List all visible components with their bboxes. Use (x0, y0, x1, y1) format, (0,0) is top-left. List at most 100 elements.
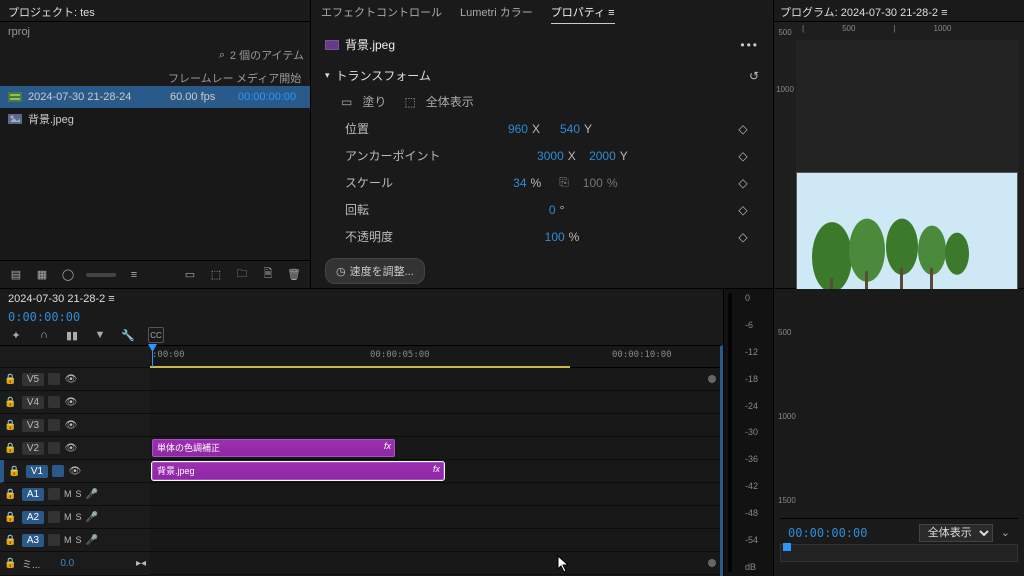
anchor-y[interactable]: 2000 (588, 149, 616, 163)
zoom-slider[interactable] (86, 273, 116, 277)
track-v5[interactable]: 🔒V5👁 (0, 368, 150, 391)
keyframe-icon[interactable]: ◇ (735, 149, 751, 163)
program-monitor: プログラム: 2024-07-30 21-28-2 ≡ 500 1000 | 5… (774, 0, 1024, 288)
scale-value[interactable]: 34 (499, 176, 527, 190)
search-icon[interactable]: ⌕ (214, 47, 230, 63)
settings-icon[interactable]: 🔧 (120, 327, 136, 343)
delete-icon[interactable]: 🗑 (286, 267, 302, 283)
opacity-value[interactable]: 100 (537, 230, 565, 244)
mic-icon[interactable]: 🎤 (86, 512, 98, 523)
tab-lumetri[interactable]: Lumetri カラー (460, 4, 533, 24)
speed-button[interactable]: ◷ 速度を調整... (325, 258, 425, 284)
program-canvas[interactable] (796, 40, 1018, 284)
lock-icon[interactable]: 🔒 (4, 535, 18, 546)
lock-icon[interactable]: 🔒 (8, 466, 22, 477)
scroll-handle[interactable] (708, 559, 716, 567)
track-v2[interactable]: 🔒V2👁 (0, 437, 150, 460)
lock-icon[interactable]: 🔒 (4, 443, 18, 454)
tab-properties[interactable]: プロパティ ≡ (551, 4, 615, 24)
project-item[interactable]: 背景.jpeg (0, 108, 310, 130)
lock-icon[interactable]: 🔒 (4, 374, 18, 385)
position-x[interactable]: 960 (500, 122, 528, 136)
lock-icon[interactable]: 🔒 (4, 512, 18, 523)
eye-icon[interactable]: 👁 (64, 443, 78, 454)
lock-icon[interactable]: 🔒 (4, 397, 18, 408)
clip-v1[interactable]: 背景.jpegfx (152, 462, 444, 480)
clip-v2[interactable]: 単体の色調補正fx (152, 439, 395, 457)
anchor-label: アンカーポイント (341, 147, 441, 164)
timeline-panel: 2024-07-30 21-28-2 ≡ 0:00:00:00 ✦ ∩ ▮▮ ▼… (0, 289, 724, 576)
position-label: 位置 (341, 120, 369, 137)
eye-icon[interactable]: 👁 (64, 420, 78, 431)
track-a1[interactable]: 🔒A1MS🎤 (0, 483, 150, 506)
expand-icon[interactable]: ▸◂ (136, 558, 146, 569)
fit-label[interactable]: 全体表示 (426, 93, 474, 110)
track-v4[interactable]: 🔒V4👁 (0, 391, 150, 414)
snap-icon[interactable]: ✦ (8, 327, 24, 343)
chevron-down-icon[interactable]: ▾ (325, 70, 330, 81)
timeline-timecode[interactable]: 0:00:00:00 (8, 310, 80, 324)
col-framerate[interactable]: フレームレート (168, 70, 236, 84)
sequence-icon (6, 90, 24, 104)
image-icon (6, 112, 24, 126)
eye-icon[interactable]: 👁 (64, 374, 78, 385)
track-v3[interactable]: 🔒V3👁 (0, 414, 150, 437)
keyframe-icon[interactable]: ◇ (735, 230, 751, 244)
fill-label[interactable]: 塗り (362, 93, 386, 110)
marker-icon[interactable]: ▼ (92, 327, 108, 343)
eye-icon[interactable]: 👁 (68, 466, 82, 477)
keyframe-icon[interactable]: ◇ (735, 122, 751, 136)
freeform-icon[interactable]: ◯ (60, 267, 76, 283)
rotation-label: 回転 (341, 201, 369, 218)
track-a2[interactable]: 🔒A2MS🎤 (0, 506, 150, 529)
sort-icon[interactable]: ≡ (126, 267, 142, 283)
mic-icon[interactable]: 🎤 (86, 489, 98, 500)
list-view-icon[interactable]: ▤ (8, 267, 24, 283)
timeline-tracks[interactable]: :00:00 00:00:05:00 00:00:10:00 単体の色調補正fx… (150, 346, 720, 576)
fill-icon[interactable]: ▭ (341, 95, 352, 109)
icon-view-icon[interactable]: ▦ (34, 267, 50, 283)
col-media-start[interactable]: メディア開始 (236, 70, 301, 84)
master-value[interactable]: 0.0 (60, 558, 74, 569)
tab-effect-controls[interactable]: エフェクトコントロール (321, 4, 442, 24)
project-columns: フレームレート メディア開始 (0, 68, 310, 86)
panel-menu-icon[interactable]: ••• (740, 38, 759, 52)
new-bin-icon[interactable]: 🗀 (234, 267, 250, 283)
program-scrub-bar[interactable] (780, 544, 1018, 562)
time-ruler[interactable]: :00:00 00:00:05:00 00:00:10:00 (150, 346, 720, 368)
eye-icon[interactable]: 👁 (64, 397, 78, 408)
scroll-handle[interactable] (708, 375, 716, 383)
program-controls-area: 50010001500 00:00:00:00 全体表示 ⌄ (774, 289, 1024, 576)
transform-section-label[interactable]: トランスフォーム (336, 67, 431, 84)
playhead-thumb[interactable] (783, 543, 791, 551)
scale-value-2: 100 (575, 176, 603, 190)
program-timecode[interactable]: 00:00:00:00 (788, 526, 867, 540)
lock-icon[interactable]: 🔒 (4, 420, 18, 431)
anchor-x[interactable]: 3000 (536, 149, 564, 163)
mic-icon[interactable]: 🎤 (86, 535, 98, 546)
lock-icon[interactable]: 🔒 (4, 489, 18, 500)
cc-icon[interactable]: CC (148, 327, 164, 343)
rotation-value[interactable]: 0 (528, 203, 556, 217)
scale-label: スケール (341, 174, 393, 191)
fit-icon[interactable]: ⬚ (404, 95, 415, 109)
find-icon[interactable]: ⬚ (208, 267, 224, 283)
track-a3[interactable]: 🔒A3MS🎤 (0, 529, 150, 552)
position-y[interactable]: 540 (552, 122, 580, 136)
ruler-horizontal: | 500 | 1000 (796, 22, 1024, 40)
link-icon[interactable]: ⎘ (559, 175, 569, 190)
reset-icon[interactable]: ↺ (749, 69, 759, 83)
project-item[interactable]: 2024-07-30 21-28-24 60.00 fps 00:00:00:0… (0, 86, 310, 108)
chevron-down-icon[interactable]: ⌄ (1001, 526, 1010, 539)
auto-seq-icon[interactable]: ▭ (182, 267, 198, 283)
track-v1[interactable]: 🔒V1👁 (0, 460, 150, 483)
link-icon[interactable]: ∩ (36, 327, 52, 343)
markers-icon[interactable]: ▮▮ (64, 327, 80, 343)
new-item-icon[interactable]: 🗎 (260, 267, 276, 283)
playhead[interactable] (152, 346, 153, 367)
keyframe-icon[interactable]: ◇ (735, 203, 751, 217)
lock-icon[interactable]: 🔒 (4, 558, 18, 569)
track-master[interactable]: 🔒ミ...0.0▸◂ (0, 552, 150, 576)
keyframe-icon[interactable]: ◇ (735, 176, 751, 190)
fit-select[interactable]: 全体表示 (919, 524, 993, 542)
